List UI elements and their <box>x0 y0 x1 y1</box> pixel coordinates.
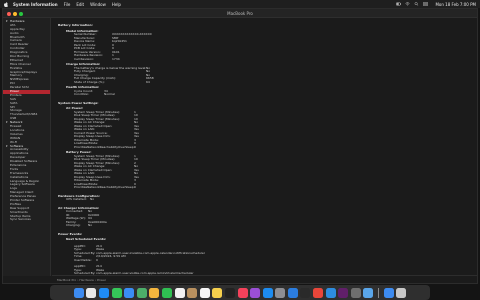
menu-bar: System Information File Edit Window Help… <box>0 0 480 8</box>
safari-icon[interactable] <box>98 287 109 298</box>
system-information-window: MacBook Pro ▾ Hardware ATA Apple Pay Audio Bl… <box>2 8 478 284</box>
settings-icon[interactable] <box>275 287 286 298</box>
messages-icon[interactable] <box>111 287 122 298</box>
finder-icon[interactable] <box>73 287 84 298</box>
info-key: PrioritizeNetworkReachabilityOverSleep: <box>74 185 135 189</box>
photos-icon[interactable] <box>149 287 160 298</box>
event-rows: appPID: 214 Type: Wake Scheduled By: com.appl… <box>66 244 477 263</box>
menu-file[interactable]: File <box>64 2 71 7</box>
reminders-icon[interactable] <box>199 287 210 298</box>
menu-help[interactable]: Help <box>112 2 121 7</box>
trash-icon[interactable] <box>396 287 407 298</box>
section-heading: System Power Settings: <box>58 100 99 105</box>
status-area: Mon 18 Feb 7:00 PM <box>396 2 476 7</box>
dock <box>50 285 430 300</box>
system-information-icon[interactable] <box>350 287 361 298</box>
info-key: UPS Installed: <box>66 197 87 201</box>
menu-window[interactable]: Window <box>90 2 106 7</box>
ac-charger-rows: Connected: No ID: 0x0000 Wattage (W): 94 Famil… <box>58 209 477 228</box>
info-value: 64 <box>146 79 150 84</box>
section-heading: Power Events: <box>58 231 83 236</box>
section-heading: Battery Information: <box>58 23 93 27</box>
info-row: State of Charge (%): 64 <box>74 79 477 85</box>
dock-separator <box>378 287 380 298</box>
menu-clock[interactable]: Mon 18 Feb 7:00 PM <box>435 2 476 7</box>
podcasts-icon[interactable] <box>250 287 261 298</box>
info-value: No <box>90 197 95 201</box>
launchpad-icon[interactable] <box>86 287 97 298</box>
contacts-icon[interactable] <box>187 287 198 298</box>
info-value: 2/19/2024, 9:59 AM <box>96 254 126 258</box>
tv-icon[interactable] <box>224 287 235 298</box>
subsection: Next Scheduled Events: appPID: 214 Type: Wa… <box>58 237 477 276</box>
subsection: AC Power: System Sleep Timer (Minutes): 1… <box>58 106 477 190</box>
info-value: 0 <box>96 257 98 262</box>
info-key: Condition: <box>74 92 90 96</box>
model-info-rows: Serial Number: XXXXXXXXXXXXX-XXXXXX Manufa… <box>66 32 477 62</box>
search-icon[interactable] <box>414 2 419 6</box>
charge-info-rows: The battery's charge is below the warnin… <box>66 66 477 85</box>
info-value: bq20z451 <box>112 39 127 43</box>
health-info-rows: Cycle Count: 34 Condition: Normal <box>66 89 477 97</box>
info-row: Cell Revision: 1734 <box>74 56 477 62</box>
window-title: MacBook Pro <box>227 10 253 16</box>
control-center-icon[interactable] <box>423 2 429 6</box>
menu-edit[interactable]: Edit <box>76 2 84 7</box>
info-row: PrioritizeNetworkReachabilityOverSleep: 0 <box>74 144 477 150</box>
subsection: Model Information: Serial Number: XXXXXXX… <box>58 29 477 97</box>
music-icon[interactable] <box>237 287 248 298</box>
info-key: Cell Revision: <box>74 56 95 61</box>
notes-icon[interactable] <box>212 287 223 298</box>
path-bar: MacBook Pro › Hardware › Power <box>52 275 477 283</box>
downloads-icon[interactable] <box>383 287 394 298</box>
info-key: Charging: <box>66 223 81 227</box>
info-value: Normal <box>104 92 115 96</box>
wifi-icon[interactable] <box>405 2 411 6</box>
info-key: UserVisible: <box>74 257 92 262</box>
report-content: Battery Information: Model Information: … <box>52 18 477 276</box>
info-value: 0 <box>134 185 136 189</box>
apple-menu-icon[interactable] <box>4 1 8 7</box>
menu-app-name[interactable]: System Information <box>13 2 58 7</box>
slack-icon[interactable] <box>338 287 349 298</box>
sidebar-item-label: Sync Services <box>10 217 31 222</box>
battery-power-rows: System Sleep Timer (Minutes): 1 Disk Sleep… <box>66 154 477 190</box>
chrome-icon[interactable] <box>313 287 324 298</box>
info-value: 1734 <box>112 56 120 61</box>
info-value: No <box>88 223 93 227</box>
info-value: 0 <box>134 144 136 149</box>
ac-power-rows: System Sleep Timer (Minutes): 1 Disk Sleep… <box>66 110 477 150</box>
title-bar: MacBook Pro <box>3 9 477 18</box>
battery-icon[interactable] <box>396 2 402 6</box>
preview-icon[interactable] <box>363 287 374 298</box>
appstore-icon[interactable] <box>262 287 273 298</box>
vscode-icon[interactable] <box>325 287 336 298</box>
mail-icon[interactable] <box>124 287 135 298</box>
facetime-icon[interactable] <box>161 287 172 298</box>
terminal-icon[interactable] <box>300 287 311 298</box>
sidebar-item[interactable]: Sync Services <box>3 217 50 222</box>
info-key: State of Charge (%): <box>74 79 105 84</box>
xcode-icon[interactable] <box>287 287 298 298</box>
calendar-icon[interactable] <box>174 287 185 298</box>
sidebar: ▾ Hardware ATA Apple Pay Audio Bluetooth Camer… <box>3 18 51 276</box>
info-key: PrioritizeNetworkReachabilityOverSleep: <box>74 144 135 149</box>
maps-icon[interactable] <box>136 287 147 298</box>
